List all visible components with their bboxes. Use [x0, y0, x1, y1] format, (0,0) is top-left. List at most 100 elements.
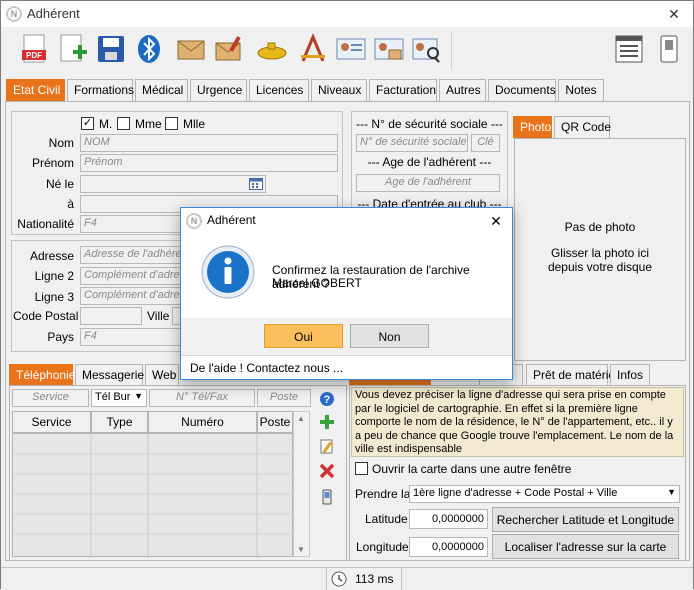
phone-number-field[interactable]: N° Tél/Fax: [149, 389, 255, 407]
lieu-naissance-label: à: [67, 197, 74, 211]
code-postal-field[interactable]: [80, 307, 142, 325]
address-line-value: 1ère ligne d'adresse + Code Postal + Vil…: [413, 487, 618, 499]
envelope-icon[interactable]: [175, 33, 207, 65]
phone-table-scrollbar[interactable]: ▲ ▼: [293, 411, 310, 557]
tab-niveaux[interactable]: Niveaux: [311, 79, 367, 101]
drawing-tools-icon[interactable]: [297, 33, 329, 65]
dialog-divider: [181, 355, 512, 356]
tab-infos[interactable]: Infos: [610, 364, 650, 386]
tab-photo[interactable]: Photo: [513, 116, 552, 138]
ligne3-label: Ligne 3: [34, 290, 74, 304]
prendre-label: Prendre la: [355, 487, 411, 501]
toolbar-separator: [451, 31, 452, 69]
nationalite-label: Nationalité: [17, 217, 74, 231]
no-photo-text: Pas de photo: [564, 220, 636, 234]
confirm-dialog: N Adhérent ✕ Confirmez la restauration d…: [180, 207, 513, 380]
tab-autres[interactable]: Autres: [439, 79, 486, 101]
info-icon: [200, 244, 256, 300]
civilite-m-label: M.: [99, 117, 113, 131]
locate-address-button[interactable]: Localiser l'adresse sur la carte: [492, 534, 679, 559]
tab-qr-code[interactable]: QR Code: [554, 116, 611, 138]
id-card-search-icon[interactable]: [411, 33, 443, 65]
phone-poste-field[interactable]: Poste: [257, 389, 311, 407]
tab-medical[interactable]: Médical: [135, 79, 188, 101]
edit-phone-icon[interactable]: [319, 438, 335, 454]
add-document-icon[interactable]: [57, 33, 89, 65]
id-card-mail-icon[interactable]: [373, 33, 405, 65]
prenom-field[interactable]: Prénom: [80, 154, 338, 172]
secu-header: --- N° de sécurité sociale ---: [356, 117, 503, 131]
window-close-button[interactable]: ✕: [661, 4, 687, 24]
civilite-mme-label: Mme: [135, 117, 162, 131]
longitude-label: Longitude: [356, 540, 409, 554]
civilite-mme-checkbox[interactable]: [117, 117, 130, 130]
phone-service-field[interactable]: Service: [12, 389, 89, 407]
column-service[interactable]: Service: [12, 411, 91, 433]
latitude-field[interactable]: 0,0000000: [409, 509, 488, 529]
toggle-switch-icon[interactable]: [653, 33, 685, 65]
ligne2-label: Ligne 2: [34, 269, 74, 283]
phone-table[interactable]: [12, 433, 294, 558]
latitude-label: Latitude: [365, 512, 408, 526]
nom-label: Nom: [48, 136, 74, 150]
bluetooth-icon[interactable]: [133, 33, 165, 65]
delete-phone-icon[interactable]: [319, 463, 335, 479]
add-phone-icon[interactable]: [319, 414, 335, 430]
civilite-mlle-label: Mlle: [183, 117, 206, 131]
photo-tabs: Photo QR Code: [513, 116, 689, 138]
dialog-button-area: [181, 318, 512, 355]
column-numero[interactable]: Numéro: [148, 411, 257, 433]
pdf-icon[interactable]: PDF: [19, 33, 51, 65]
age-field: Age de l'adhérent: [356, 174, 500, 192]
dialog-logo-icon: N: [186, 213, 202, 229]
ne-le-label: Né le: [45, 177, 74, 191]
address-line-select[interactable]: 1ère ligne d'adresse + Code Postal + Vil…: [409, 485, 680, 503]
tab-notes[interactable]: Notes: [558, 79, 604, 101]
submarine-icon[interactable]: [256, 33, 288, 65]
form-layout-icon[interactable]: [613, 33, 645, 65]
clock-icon: [331, 571, 347, 587]
scroll-up-icon[interactable]: ▲: [297, 414, 305, 423]
mobile-phone-icon[interactable]: [321, 489, 333, 505]
chevron-down-icon: ▼: [667, 487, 676, 497]
tab-messagerie[interactable]: Messagerie: [75, 364, 144, 386]
secu-number-field[interactable]: N° de sécurité sociale: [356, 134, 468, 152]
secu-key-field[interactable]: Clé: [471, 134, 500, 152]
column-poste[interactable]: Poste: [257, 411, 293, 433]
tab-etat-civil[interactable]: Etat Civil: [6, 79, 65, 101]
tab-urgence[interactable]: Urgence: [190, 79, 247, 101]
civilite-mlle-checkbox[interactable]: [165, 117, 178, 130]
status-separator: [401, 568, 402, 590]
save-icon[interactable]: [95, 33, 127, 65]
tab-telephonie[interactable]: Téléphonie: [9, 364, 75, 386]
dialog-help-link[interactable]: De l'aide ! Contactez nous ...: [190, 361, 343, 375]
ne-le-field[interactable]: [80, 175, 266, 193]
no-button[interactable]: Non: [350, 324, 429, 348]
yes-button[interactable]: Oui: [264, 324, 343, 348]
main-tabs: Etat Civil Formations Médical Urgence Li…: [1, 79, 693, 101]
scroll-down-icon[interactable]: ▼: [297, 545, 305, 554]
app-logo-icon: N: [6, 6, 22, 22]
toolbar: PDF: [1, 27, 693, 75]
code-postal-label: Code Postal: [13, 309, 79, 323]
dialog-close-button[interactable]: ✕: [481, 210, 511, 232]
tab-formations[interactable]: Formations: [67, 79, 134, 101]
nom-field[interactable]: NOM: [80, 134, 338, 152]
phone-type-select[interactable]: Tél Bur ▼: [91, 389, 147, 407]
tab-pret-materiel[interactable]: Prêt de matériel: [526, 364, 618, 386]
civilite-m-checkbox[interactable]: ✓: [81, 117, 94, 130]
tab-documents[interactable]: Documents: [488, 79, 556, 101]
tab-web[interactable]: Web: [145, 364, 179, 386]
tab-licences[interactable]: Licences: [249, 79, 309, 101]
search-lat-lng-button[interactable]: Rechercher Latitude et Longitude: [492, 507, 679, 532]
phone-table-grid: [13, 434, 294, 558]
open-map-checkbox[interactable]: [355, 462, 368, 475]
calendar-icon[interactable]: [249, 177, 263, 190]
help-icon[interactable]: ?: [319, 391, 335, 407]
signed-envelope-icon[interactable]: [213, 33, 245, 65]
longitude-field[interactable]: 0,0000000: [409, 537, 488, 557]
column-type[interactable]: Type: [91, 411, 148, 433]
id-card-icon[interactable]: [335, 33, 367, 65]
chevron-down-icon: ▼: [134, 391, 143, 401]
tab-facturation[interactable]: Facturation: [369, 79, 437, 101]
